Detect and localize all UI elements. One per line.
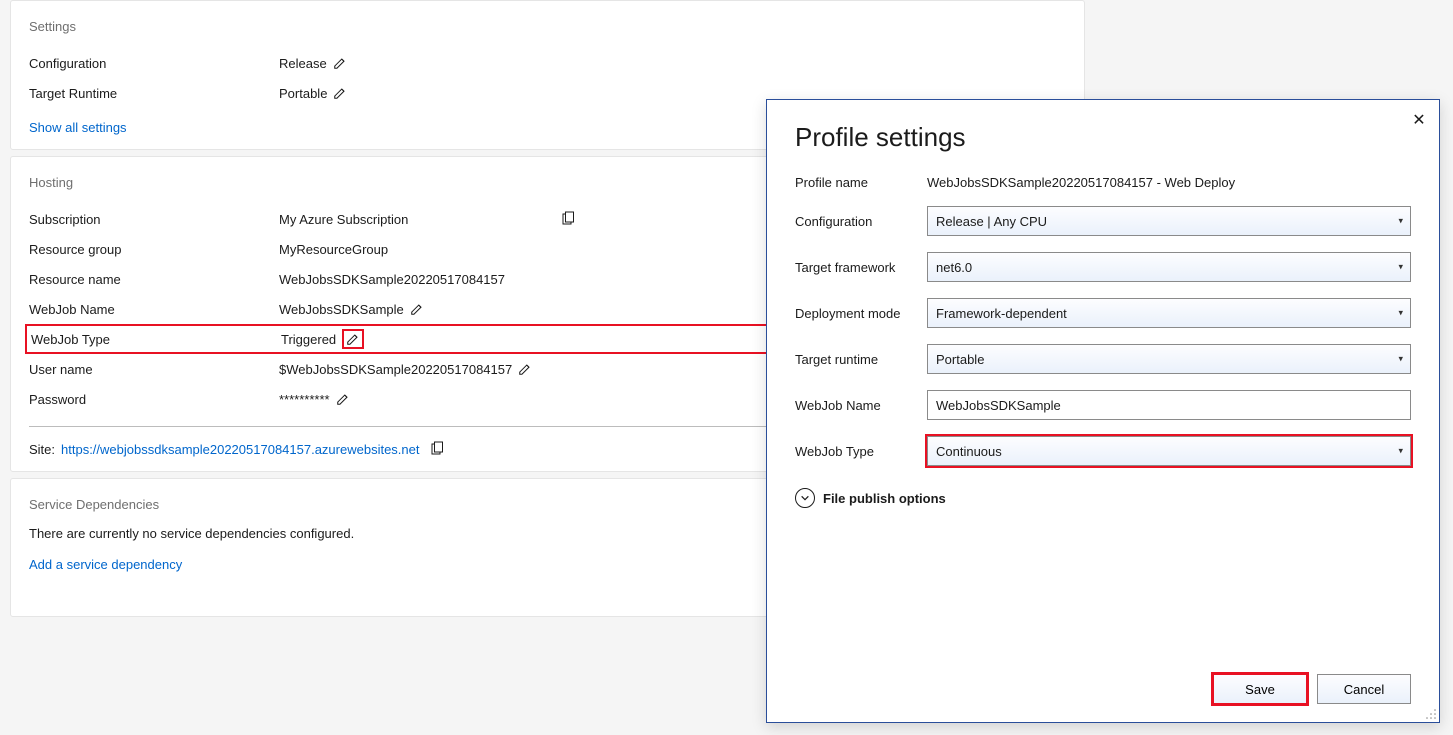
value-configuration: Release bbox=[279, 57, 327, 70]
copy-icon[interactable] bbox=[429, 441, 445, 457]
pencil-icon[interactable] bbox=[336, 392, 350, 406]
form-row-target-runtime: Target runtime Portable ▾ bbox=[795, 344, 1411, 374]
label-profile-name: Profile name bbox=[795, 175, 927, 190]
target-framework-select[interactable]: net6.0 bbox=[927, 252, 1411, 282]
profile-settings-dialog: ✕ Profile settings Profile name WebJobsS… bbox=[766, 99, 1440, 723]
form-row-profile-name: Profile name WebJobsSDKSample20220517084… bbox=[795, 175, 1411, 190]
webjob-name-input[interactable] bbox=[927, 390, 1411, 420]
label-deployment-mode: Deployment mode bbox=[795, 306, 927, 321]
label-configuration: Configuration bbox=[29, 57, 279, 70]
save-button[interactable]: Save bbox=[1213, 674, 1307, 704]
label-webjob-type: WebJob Type bbox=[31, 333, 281, 346]
show-all-settings-link[interactable]: Show all settings bbox=[29, 120, 127, 135]
label-dlg-webjob-type: WebJob Type bbox=[795, 444, 927, 459]
label-dlg-target-runtime: Target runtime bbox=[795, 352, 927, 367]
value-target-runtime: Portable bbox=[279, 87, 327, 100]
file-publish-options-label: File publish options bbox=[823, 491, 946, 506]
form-row-webjob-name: WebJob Name bbox=[795, 390, 1411, 420]
label-target-framework: Target framework bbox=[795, 260, 927, 275]
settings-row-configuration: Configuration Release bbox=[29, 48, 1066, 78]
value-webjob-name: WebJobsSDKSample bbox=[279, 303, 404, 316]
label-webjob-name: WebJob Name bbox=[29, 303, 279, 316]
cancel-button[interactable]: Cancel bbox=[1317, 674, 1411, 704]
form-row-target-framework: Target framework net6.0 ▾ bbox=[795, 252, 1411, 282]
site-label: Site: bbox=[29, 442, 55, 457]
close-icon[interactable]: ✕ bbox=[1409, 110, 1429, 130]
label-target-runtime: Target Runtime bbox=[29, 87, 279, 100]
webjob-type-select[interactable]: Continuous bbox=[927, 436, 1411, 466]
site-url-link[interactable]: https://webjobssdksample20220517084157.a… bbox=[61, 442, 419, 457]
label-subscription: Subscription bbox=[29, 213, 279, 226]
form-row-webjob-type: WebJob Type Continuous ▾ bbox=[795, 436, 1411, 466]
pencil-icon[interactable] bbox=[333, 56, 347, 70]
copy-icon[interactable] bbox=[560, 211, 576, 227]
pencil-icon[interactable] bbox=[346, 332, 360, 346]
deployment-mode-select[interactable]: Framework-dependent bbox=[927, 298, 1411, 328]
target-runtime-select[interactable]: Portable bbox=[927, 344, 1411, 374]
chevron-down-circle-icon[interactable] bbox=[795, 488, 815, 508]
pencil-icon[interactable] bbox=[518, 362, 532, 376]
settings-title: Settings bbox=[29, 19, 1066, 34]
edit-webjob-type-highlight bbox=[342, 329, 364, 349]
value-profile-name: WebJobsSDKSample20220517084157 - Web Dep… bbox=[927, 175, 1235, 190]
label-dlg-webjob-name: WebJob Name bbox=[795, 398, 927, 413]
configuration-select[interactable]: Release | Any CPU bbox=[927, 206, 1411, 236]
value-subscription: My Azure Subscription bbox=[279, 213, 408, 226]
value-resource-name: WebJobsSDKSample20220517084157 bbox=[279, 273, 505, 286]
value-user-name: $WebJobsSDKSample20220517084157 bbox=[279, 363, 512, 376]
label-resource-group: Resource group bbox=[29, 243, 279, 256]
label-password: Password bbox=[29, 393, 279, 406]
form-row-configuration: Configuration Release | Any CPU ▾ bbox=[795, 206, 1411, 236]
form-row-deployment-mode: Deployment mode Framework-dependent ▾ bbox=[795, 298, 1411, 328]
value-webjob-type: Triggered bbox=[281, 333, 336, 346]
value-password: ********** bbox=[279, 393, 330, 406]
label-dlg-configuration: Configuration bbox=[795, 214, 927, 229]
pencil-icon[interactable] bbox=[410, 302, 424, 316]
file-publish-options-row[interactable]: File publish options bbox=[795, 488, 1411, 508]
label-user-name: User name bbox=[29, 363, 279, 376]
add-service-dependency-link[interactable]: Add a service dependency bbox=[29, 557, 182, 572]
dialog-footer: Save Cancel bbox=[795, 674, 1411, 704]
dialog-title: Profile settings bbox=[795, 122, 1411, 153]
resize-grip-icon[interactable] bbox=[1425, 708, 1437, 720]
label-resource-name: Resource name bbox=[29, 273, 279, 286]
value-resource-group: MyResourceGroup bbox=[279, 243, 388, 256]
pencil-icon[interactable] bbox=[333, 86, 347, 100]
